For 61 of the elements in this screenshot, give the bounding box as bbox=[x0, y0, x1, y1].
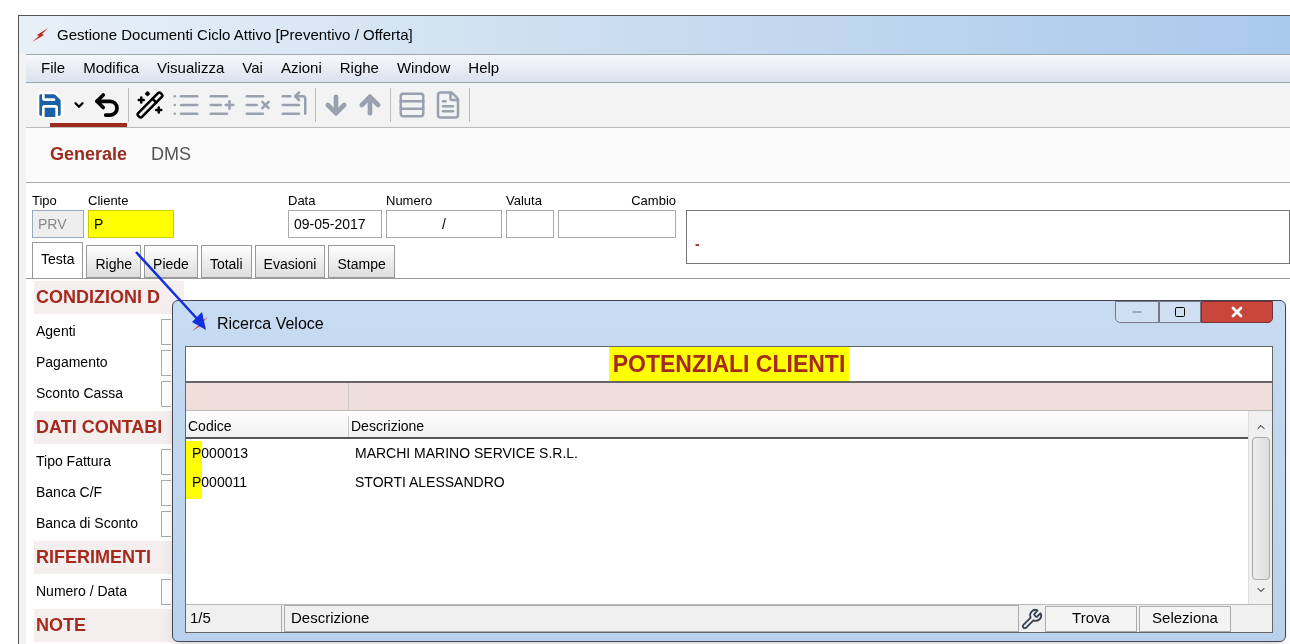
menu-item[interactable]: Vai bbox=[235, 56, 270, 80]
restore-button[interactable] bbox=[1159, 301, 1201, 323]
tab[interactable]: Evasioni bbox=[254, 245, 326, 278]
menu-item[interactable]: Visualizza bbox=[150, 56, 232, 80]
input-field[interactable]: 09-05-2017 bbox=[288, 210, 382, 238]
record-count: 1/5 bbox=[186, 605, 282, 632]
menu-item[interactable]: Righe bbox=[332, 56, 386, 80]
app-logo-icon bbox=[31, 26, 49, 43]
field-label: Cliente bbox=[88, 191, 130, 210]
input-field[interactable] bbox=[161, 448, 171, 475]
input-field[interactable] bbox=[161, 578, 171, 605]
list-heading: POTENZIALI CLIENTI bbox=[608, 346, 850, 382]
menu-item[interactable]: Help bbox=[461, 56, 507, 80]
input-field[interactable]: P bbox=[88, 210, 174, 238]
input-field[interactable]: / bbox=[386, 210, 502, 238]
tab[interactable]: Testa bbox=[32, 242, 84, 278]
input-field[interactable] bbox=[506, 210, 554, 238]
input-field[interactable] bbox=[161, 318, 171, 345]
menu-item[interactable]: Azioni bbox=[273, 56, 329, 80]
page-tab[interactable]: DMS bbox=[151, 127, 192, 182]
field-label: Banca di Sconto bbox=[35, 514, 139, 533]
field-label: Cambio bbox=[630, 191, 676, 210]
field-label: Numero / Data bbox=[35, 582, 129, 601]
table-cell-text: STORTI ALESSANDRO bbox=[354, 473, 505, 492]
field-label: Valuta bbox=[506, 191, 543, 210]
menu-item[interactable]: Window bbox=[389, 56, 458, 80]
tools-icon[interactable] bbox=[1021, 607, 1043, 630]
field-label: Agenti bbox=[35, 322, 77, 341]
menu-item[interactable]: Modifica bbox=[76, 56, 147, 80]
input-field[interactable] bbox=[161, 380, 171, 407]
tab[interactable]: Piede bbox=[144, 245, 198, 278]
close-icon bbox=[1229, 304, 1245, 320]
column-header[interactable]: Descrizione bbox=[349, 416, 425, 437]
input-field[interactable] bbox=[161, 349, 171, 376]
close-button[interactable] bbox=[1201, 301, 1273, 323]
input-field[interactable] bbox=[161, 479, 171, 506]
tab[interactable]: Stampe bbox=[328, 245, 395, 278]
magic-wand-icon[interactable] bbox=[135, 89, 165, 120]
description-field[interactable]: - bbox=[686, 210, 1290, 264]
window-title: Gestione Documenti Ciclo Attivo [Preventivo / Offerta] bbox=[57, 24, 413, 45]
restore-icon bbox=[1174, 306, 1186, 318]
dialog-button[interactable]: Seleziona bbox=[1139, 605, 1231, 632]
dialog-title: Ricerca Veloce bbox=[217, 313, 324, 334]
section-header: CONDIZIONI D bbox=[34, 281, 184, 314]
field-label: Pagamento bbox=[35, 353, 109, 372]
field-label: Banca C/F bbox=[35, 483, 104, 502]
input-field[interactable] bbox=[558, 210, 676, 238]
dialog-button[interactable]: Trova bbox=[1045, 605, 1137, 632]
field-label: Data bbox=[288, 191, 317, 210]
menu-item[interactable]: File bbox=[34, 56, 73, 80]
scrollbar[interactable] bbox=[1248, 411, 1272, 604]
table-cell-text: MARCHI MARINO SERVICE S.R.L. bbox=[354, 444, 578, 463]
column-header[interactable]: Codice bbox=[186, 416, 349, 437]
search-field-label: Descrizione bbox=[284, 605, 1019, 632]
field-label: Tipo Fattura bbox=[35, 452, 112, 471]
field-label: Tipo bbox=[32, 191, 58, 210]
tab[interactable]: Totali bbox=[200, 245, 252, 278]
field-label: Sconto Cassa bbox=[35, 384, 125, 403]
tab[interactable]: Righe bbox=[86, 245, 142, 278]
field-label: Numero bbox=[386, 191, 434, 210]
input-field[interactable] bbox=[161, 510, 171, 537]
